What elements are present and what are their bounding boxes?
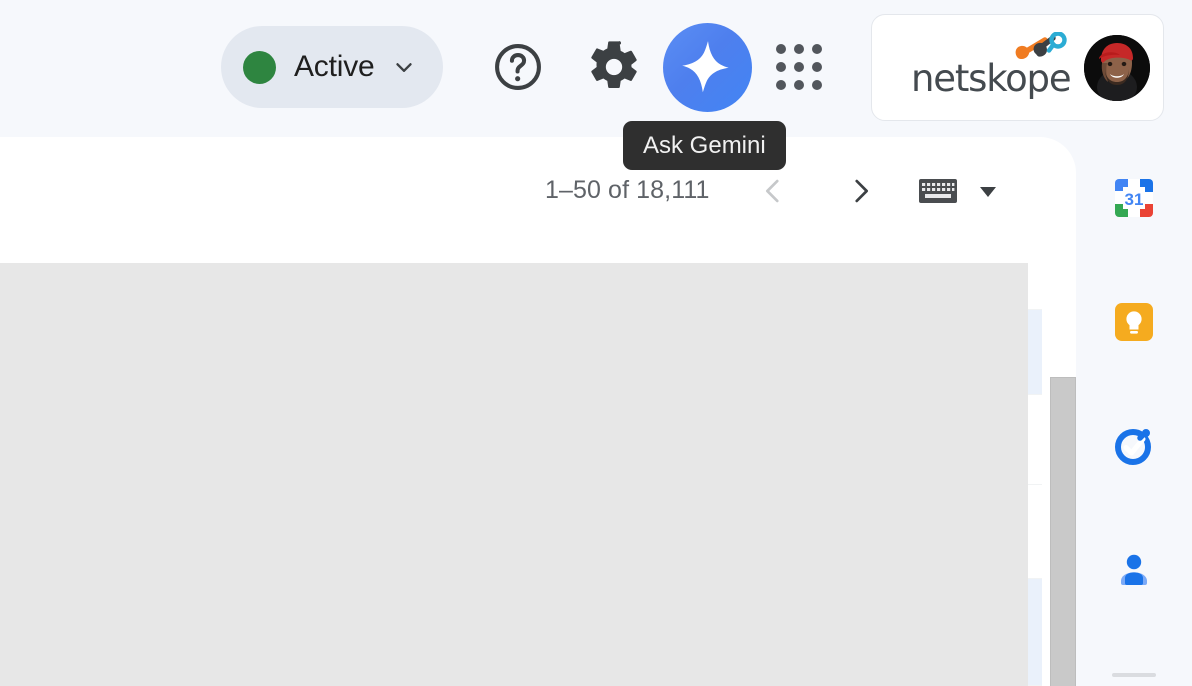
google-tasks-icon: [1115, 429, 1151, 465]
content-overlay-block: [0, 263, 1028, 686]
list-scrollbar-thumb[interactable]: [1050, 377, 1076, 686]
sidebar-item-contacts[interactable]: [1107, 543, 1161, 597]
top-header-bar: Active netskope: [0, 0, 1192, 137]
help-button[interactable]: [489, 38, 547, 96]
pagination-toolbar: 1–50 of 18,111: [0, 137, 1028, 244]
status-chip-label: Active: [294, 50, 375, 83]
gemini-tooltip: Ask Gemini: [623, 121, 786, 170]
google-apps-button[interactable]: [770, 38, 828, 96]
apps-grid-icon: [776, 44, 822, 90]
ask-gemini-button[interactable]: [663, 23, 752, 112]
gear-icon: [591, 41, 637, 88]
svg-text:31: 31: [1125, 190, 1144, 209]
sidebar-item-calendar[interactable]: 31: [1107, 171, 1161, 225]
pagination-prev-button[interactable]: [746, 164, 800, 218]
netskope-wordmark: netskope: [911, 56, 1072, 100]
keyboard-icon: [919, 178, 957, 203]
google-contacts-icon: [1121, 554, 1147, 585]
netskope-logo: netskope: [911, 31, 1076, 104]
keyboard-input-button[interactable]: [915, 168, 961, 214]
account-brand-box[interactable]: netskope: [871, 14, 1164, 121]
status-dot-icon: [243, 50, 276, 84]
app-root: Active netskope Ask Gemini 1–50 of 18,11…: [0, 0, 1192, 686]
avatar-image: [1084, 34, 1150, 101]
chevron-down-icon: [395, 63, 412, 72]
avatar[interactable]: [1084, 34, 1150, 101]
keyboard-options-caret[interactable]: [968, 171, 1008, 211]
sidebar-item-tasks[interactable]: [1107, 419, 1161, 473]
help-circle-icon: [495, 44, 541, 90]
chevron-right-icon: [855, 179, 869, 202]
sidebar-item-keep[interactable]: [1107, 295, 1161, 349]
chevron-left-icon: [765, 179, 779, 202]
google-keep-icon: [1115, 303, 1153, 341]
google-calendar-icon: 31: [1115, 179, 1153, 217]
pagination-range-label: 1–50 of 18,111: [545, 176, 710, 204]
pagination-next-button[interactable]: [834, 164, 888, 218]
caret-down-icon: [980, 186, 996, 197]
mail-main-panel: 1–50 of 18,111: [0, 137, 1076, 686]
side-rail-divider: [1112, 673, 1156, 677]
gemini-sparkle-icon: [681, 40, 729, 92]
settings-button[interactable]: [585, 38, 643, 96]
side-panel-rail: 31: [1076, 137, 1192, 686]
status-chip[interactable]: Active: [221, 26, 443, 108]
